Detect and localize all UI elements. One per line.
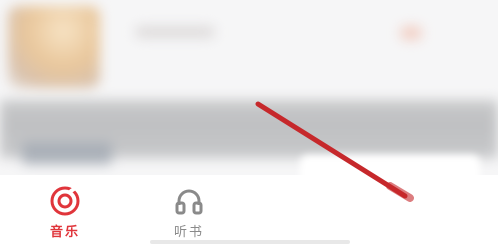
annotation-arrow: [255, 101, 414, 202]
